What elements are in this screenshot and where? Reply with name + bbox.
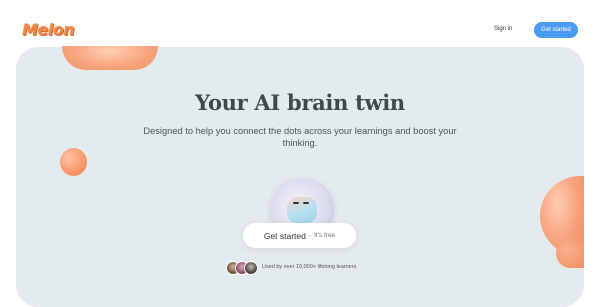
melon-logo[interactable]: Melon [22,20,75,39]
mascot-face [287,197,317,223]
user-avatars [226,261,260,275]
avatar [244,261,258,275]
hero-cta-label: Get started [263,230,306,241]
hero-cta-note: It's free [314,232,336,239]
decorative-blob-top [62,46,158,70]
top-navigation: Melon Sign in Get started [0,0,600,52]
decorative-blob-right-small [556,238,584,268]
hero-title: Your AI brain twin [195,90,405,115]
social-proof-text: Used by over 10,000+ lifelong learners [262,264,357,270]
hero-subtitle: Designed to help you connect the dots ac… [143,126,457,148]
mascot-eye-left [293,202,299,204]
get-started-button[interactable]: Get started [534,22,578,38]
hero-cta-separator: - [308,232,312,239]
mascot-eye-right [303,202,309,204]
hero-get-started-button[interactable]: Get started - It's free [243,223,356,248]
decorative-blob-left [60,148,87,176]
sign-in-link[interactable]: Sign in [494,26,512,32]
